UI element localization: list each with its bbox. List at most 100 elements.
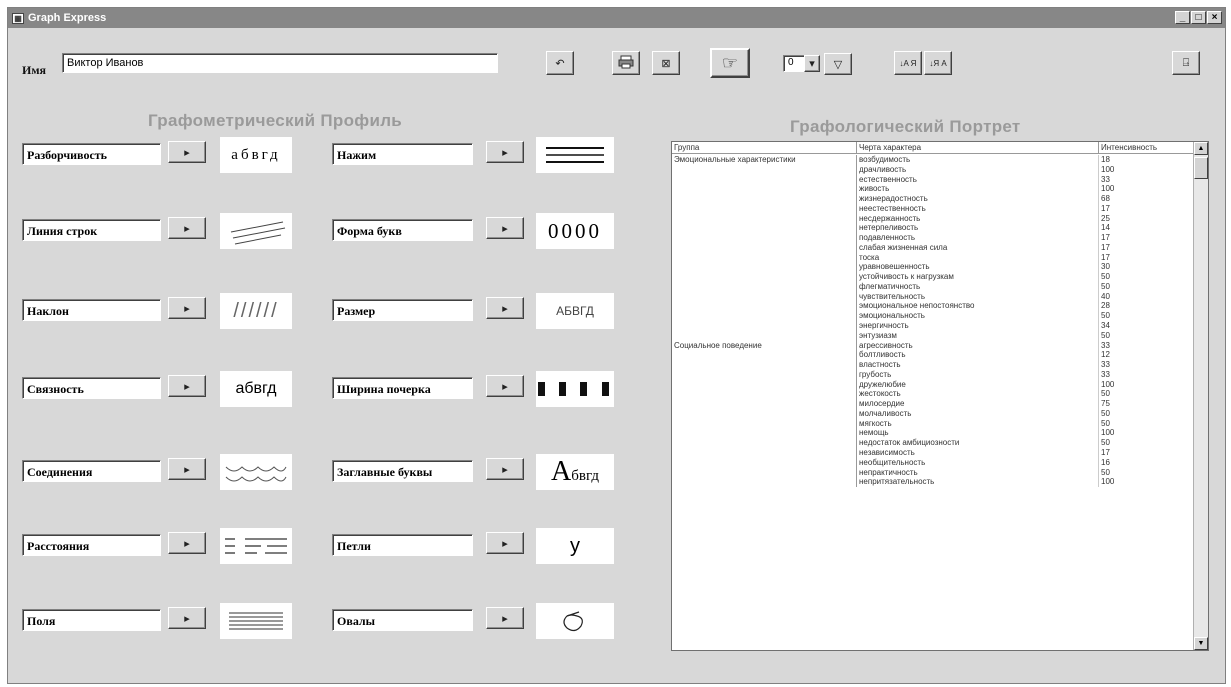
cell-intensity: 100 (1101, 477, 1115, 487)
play-arrow-icon: ▸ (184, 302, 190, 315)
trait-button-left-0[interactable]: ▸ (168, 141, 206, 163)
table-row[interactable]: энтузиазм 50 (672, 330, 1195, 341)
trait-field-right-0[interactable]: Нажим (332, 143, 473, 165)
trait-button-right-0[interactable]: ▸ (486, 141, 524, 163)
table-row[interactable]: тоска 17 (672, 252, 1195, 263)
trait-field-left-1[interactable]: Линия строк (22, 219, 161, 241)
trait-field-right-5[interactable]: Петли (332, 534, 473, 556)
table-row[interactable]: эмоциональность 50 (672, 311, 1195, 322)
table-row[interactable]: чувствительность 40 (672, 291, 1195, 302)
trait-field-left-4[interactable]: Соединения (22, 460, 161, 482)
table-row[interactable]: нетерпеливость 14 (672, 223, 1195, 234)
table-row[interactable]: слабая жизненная сила 17 (672, 242, 1195, 253)
trait-field-left-6[interactable]: Поля (22, 609, 161, 631)
trait-field-right-2[interactable]: Размер (332, 299, 473, 321)
print-button[interactable] (612, 51, 640, 75)
table-row[interactable]: несдержанность 25 (672, 213, 1195, 224)
table-row[interactable]: жестокость 50 (672, 389, 1195, 400)
table-row[interactable]: недостаток амбициозности 50 (672, 438, 1195, 448)
table-row[interactable]: подавленность 17 (672, 233, 1195, 243)
trait-field-right-1[interactable]: Форма букв (332, 219, 473, 241)
table-row[interactable]: Эмоциональные характеристики возбудимост… (672, 155, 1195, 165)
sort-desc-button[interactable]: ↓Я A (924, 51, 952, 75)
trait-button-right-6[interactable]: ▸ (486, 607, 524, 629)
table-row[interactable]: дружелюбие 100 (672, 379, 1195, 390)
trait-button-left-4[interactable]: ▸ (168, 458, 206, 480)
table-row[interactable]: грубость 33 (672, 369, 1195, 380)
scroll-up-arrow-icon[interactable]: ▲ (1194, 142, 1208, 155)
cell-intensity: 75 (1101, 399, 1110, 409)
trait-button-left-6[interactable]: ▸ (168, 607, 206, 629)
trait-button-right-1[interactable]: ▸ (486, 217, 524, 239)
table-row[interactable]: эмоциональное непостоянство 28 (672, 301, 1195, 312)
scroll-thumb[interactable] (1194, 157, 1208, 179)
sample-image-right-5: у (536, 528, 614, 564)
column-header-intensity[interactable]: Интенсивность (1099, 142, 1195, 153)
table-row[interactable]: болтливость 12 (672, 350, 1195, 361)
hand-button[interactable]: ☞ (710, 48, 750, 78)
table-row[interactable]: немощь 100 (672, 428, 1195, 439)
trait-button-right-5[interactable]: ▸ (486, 532, 524, 554)
window-controls: _ □ × (1175, 11, 1222, 24)
column-header-group[interactable]: Группа (672, 142, 857, 153)
close-button[interactable]: × (1207, 11, 1222, 24)
trait-field-left-2[interactable]: Наклон (22, 299, 161, 321)
table-row[interactable]: жизнерадостность 68 (672, 194, 1195, 204)
table-row[interactable]: энергичность 34 (672, 321, 1195, 331)
table-row[interactable]: мягкость 50 (672, 418, 1195, 429)
cell-group (672, 399, 857, 409)
trait-button-right-3[interactable]: ▸ (486, 375, 524, 397)
cell-trait: устойчивость к нагрузкам (857, 272, 1099, 282)
table-row[interactable]: флегматичность 50 (672, 281, 1195, 292)
table-row[interactable]: молчаливость 50 (672, 408, 1195, 419)
clear-button[interactable]: ⊠ (652, 51, 680, 75)
table-row[interactable]: непритязательность 100 (672, 477, 1195, 488)
cell-intensity: 50 (1101, 389, 1110, 399)
table-row[interactable]: Социальное поведение агрессивность 33 (672, 340, 1195, 351)
trait-button-right-2[interactable]: ▸ (486, 297, 524, 319)
cell-intensity: 17 (1101, 203, 1110, 213)
sample-image-left-2: ////// (220, 293, 292, 329)
trait-button-left-1[interactable]: ▸ (168, 217, 206, 239)
counter-input[interactable]: 0 (783, 55, 805, 72)
table-row[interactable]: милосердие 75 (672, 399, 1195, 409)
name-input[interactable]: Виктор Иванов (62, 53, 498, 73)
undo-button[interactable]: ↶ (546, 51, 574, 75)
cell-group (672, 379, 857, 390)
trait-field-right-6[interactable]: Овалы (332, 609, 473, 631)
table-row[interactable]: живость 100 (672, 184, 1195, 195)
portrait-table: Группа Черта характера Интенсивность Эмо… (671, 141, 1209, 651)
table-row[interactable]: неестественность 17 (672, 203, 1195, 214)
table-row[interactable]: необщительность 16 (672, 457, 1195, 468)
table-row[interactable]: непрактичность 50 (672, 467, 1195, 478)
trait-button-left-2[interactable]: ▸ (168, 297, 206, 319)
trait-field-right-3[interactable]: Ширина почерка (332, 377, 473, 399)
minimize-button[interactable]: _ (1175, 11, 1190, 24)
trait-field-left-0[interactable]: Разборчивость (22, 143, 161, 165)
trait-button-left-5[interactable]: ▸ (168, 532, 206, 554)
table-row[interactable]: уравновешенность 30 (672, 262, 1195, 273)
exit-button[interactable]: ⍈ (1172, 51, 1200, 75)
maximize-button[interactable]: □ (1191, 11, 1206, 24)
scroll-down-arrow-icon[interactable]: ▼ (1194, 637, 1208, 650)
table-scrollbar[interactable]: ▲ ▼ (1193, 142, 1208, 650)
table-row[interactable]: независимость 17 (672, 447, 1195, 458)
counter-dropdown[interactable]: ▾ (804, 55, 820, 72)
filter-button[interactable]: ▽ (824, 53, 852, 75)
table-row[interactable]: драчливость 100 (672, 164, 1195, 175)
cell-group (672, 389, 857, 400)
sort-asc-button[interactable]: ↓A Я (894, 51, 922, 75)
table-row[interactable]: властность 33 (672, 360, 1195, 370)
trait-field-left-3[interactable]: Связность (22, 377, 161, 399)
trait-button-right-4[interactable]: ▸ (486, 458, 524, 480)
play-arrow-icon: ▸ (184, 222, 190, 235)
trait-field-left-5[interactable]: Расстояния (22, 534, 161, 556)
table-row[interactable]: естественность 33 (672, 174, 1195, 185)
cell-group (672, 477, 857, 488)
table-row[interactable]: устойчивость к нагрузкам 50 (672, 272, 1195, 282)
cell-intensity: 34 (1101, 321, 1110, 331)
column-header-trait[interactable]: Черта характера (857, 142, 1099, 153)
sample-image-left-4 (220, 454, 292, 490)
trait-field-right-4[interactable]: Заглавные буквы (332, 460, 473, 482)
trait-button-left-3[interactable]: ▸ (168, 375, 206, 397)
